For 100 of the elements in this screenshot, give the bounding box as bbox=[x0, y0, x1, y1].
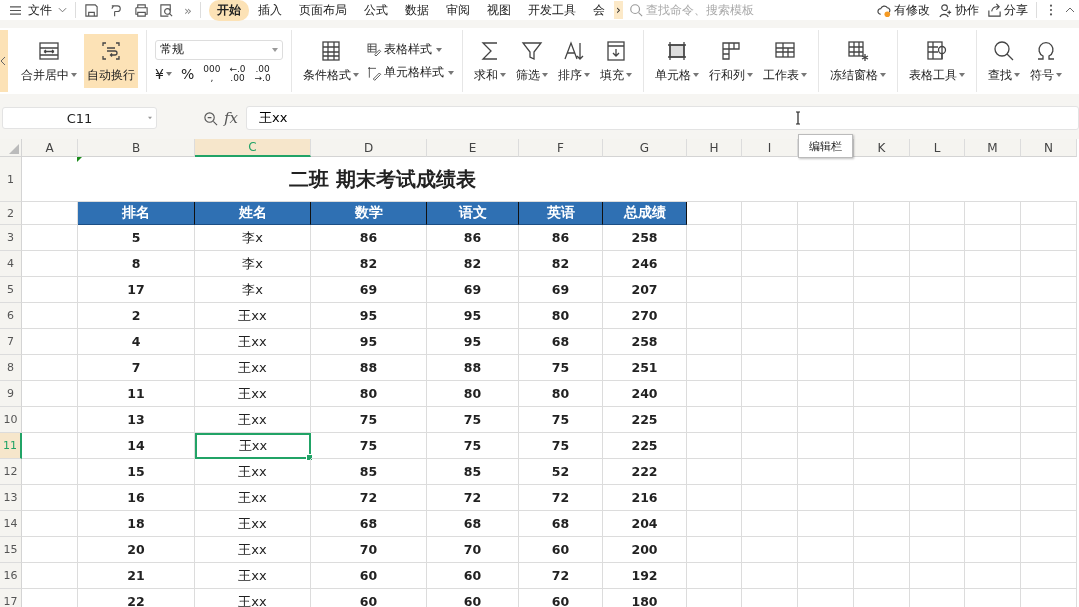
number-format-button[interactable]: ←.0 .00 bbox=[229, 64, 246, 83]
toolbar-button[interactable]: 协作 bbox=[938, 1, 979, 19]
ribbon-tab[interactable]: 公式 bbox=[355, 0, 396, 21]
file-menu[interactable]: 文件 bbox=[28, 1, 67, 19]
save-icon[interactable] bbox=[84, 2, 99, 18]
collapse-icon[interactable] bbox=[1065, 7, 1075, 13]
ribbon-tab[interactable]: 开始 bbox=[208, 0, 249, 21]
empty-cell bbox=[742, 381, 798, 407]
table-cell: 王xx bbox=[238, 488, 267, 507]
ribbon-tab[interactable]: 审阅 bbox=[437, 0, 478, 21]
row-header[interactable]: 4 bbox=[7, 257, 14, 270]
table-cell: 69 bbox=[463, 282, 482, 297]
search-field[interactable]: 查找命令、搜索模板 bbox=[628, 3, 789, 17]
table-cell: 15 bbox=[127, 464, 145, 479]
print-icon[interactable] bbox=[134, 2, 149, 18]
ribbon-tab[interactable]: 开发工具 bbox=[519, 0, 584, 21]
column-header[interactable]: B bbox=[78, 139, 195, 157]
ribbon-button[interactable]: 表格工具 bbox=[906, 34, 968, 88]
toolbar-button[interactable]: 有修改 bbox=[877, 1, 930, 19]
ribbon-button[interactable]: 查找 bbox=[985, 34, 1023, 88]
row-header[interactable]: 1 bbox=[7, 172, 14, 186]
ribbon-button[interactable]: 单元格 bbox=[652, 34, 702, 88]
ribbon-tab[interactable]: 插入 bbox=[249, 0, 290, 21]
ribbon-button[interactable]: 填充 bbox=[597, 34, 635, 88]
ribbon-button[interactable]: 单元格样式 bbox=[366, 64, 454, 81]
tabs-scroll-button[interactable]: › bbox=[613, 1, 623, 19]
ribbon-button[interactable]: 条件格式 bbox=[300, 34, 362, 88]
function-button[interactable]: fx bbox=[224, 109, 238, 127]
ribbon-button[interactable]: 求和 bbox=[471, 34, 509, 88]
row-header[interactable]: 5 bbox=[7, 283, 14, 296]
more-button[interactable]: » bbox=[184, 2, 192, 18]
empty-cell bbox=[1021, 329, 1077, 355]
table-cell: 75 bbox=[463, 412, 482, 427]
ribbon-tab[interactable]: 会 bbox=[584, 0, 613, 21]
ribbon-button[interactable]: 自动换行 bbox=[84, 34, 138, 88]
column-header[interactable]: I bbox=[742, 139, 798, 157]
row-header[interactable]: 7 bbox=[7, 335, 14, 348]
number-format-button[interactable]: ¥ bbox=[155, 65, 172, 82]
number-format-button[interactable]: .00 →.0 bbox=[254, 64, 271, 83]
column-header[interactable]: L bbox=[910, 139, 965, 157]
print-preview-icon[interactable] bbox=[159, 2, 174, 18]
table-cell: 13 bbox=[127, 412, 145, 427]
table-cell: 王xx bbox=[238, 566, 267, 585]
ribbon-button[interactable]: 符号 bbox=[1027, 34, 1065, 88]
number-format-button[interactable]: % bbox=[180, 65, 195, 82]
name-box[interactable]: C11 bbox=[2, 107, 157, 129]
ribbon-tab[interactable]: 视图 bbox=[478, 0, 519, 21]
table-cell: 95 bbox=[463, 334, 482, 349]
number-format-dropdown[interactable]: 常规 bbox=[155, 39, 283, 60]
table-cell: 95 bbox=[359, 334, 378, 349]
dropdown-caret-icon bbox=[353, 73, 359, 77]
menu-icon[interactable] bbox=[9, 4, 22, 16]
column-header[interactable]: H bbox=[687, 139, 742, 157]
empty-cell bbox=[910, 251, 965, 277]
column-header[interactable]: E bbox=[427, 139, 519, 157]
table-cell: 李x bbox=[242, 254, 263, 273]
ribbon-button[interactable]: 合并居中 bbox=[18, 34, 80, 88]
row-header[interactable]: 3 bbox=[7, 231, 14, 244]
ribbon-button[interactable]: 行和列 bbox=[706, 34, 756, 88]
column-header[interactable]: A bbox=[22, 139, 78, 157]
ribbon-tab[interactable]: 数据 bbox=[396, 0, 437, 21]
formula-input[interactable]: 王xx bbox=[246, 106, 1079, 130]
row-header[interactable]: 9 bbox=[7, 387, 14, 400]
column-header[interactable]: N bbox=[1021, 139, 1077, 157]
toolbar-button[interactable]: 分享 bbox=[987, 1, 1028, 19]
column-header[interactable]: D bbox=[311, 139, 427, 157]
row-header[interactable]: 2 bbox=[7, 206, 14, 220]
ribbon-button[interactable]: 排序 bbox=[555, 34, 593, 88]
table-cell: 258 bbox=[631, 334, 658, 349]
empty-cell bbox=[910, 537, 965, 563]
table-cell: 180 bbox=[631, 594, 658, 607]
table-cell: 王xx bbox=[238, 358, 267, 377]
ribbon-tab[interactable]: 页面布局 bbox=[290, 0, 355, 21]
table-cell: 75 bbox=[551, 360, 570, 375]
row-header[interactable]: 8 bbox=[7, 361, 14, 374]
empty-cell bbox=[910, 225, 965, 251]
table-cell: 60 bbox=[463, 594, 482, 607]
column-header[interactable]: M bbox=[965, 139, 1021, 157]
empty-cell bbox=[798, 563, 854, 589]
empty-cell bbox=[1021, 511, 1077, 537]
empty-cell bbox=[1021, 433, 1077, 459]
empty-cell bbox=[910, 329, 965, 355]
ribbon-button[interactable]: 工作表 bbox=[760, 34, 810, 88]
row-header[interactable]: 6 bbox=[7, 309, 14, 322]
empty-cell bbox=[965, 355, 1021, 381]
column-header[interactable]: G bbox=[603, 139, 687, 157]
zoom-icon[interactable] bbox=[203, 110, 218, 126]
empty-cell bbox=[965, 329, 1021, 355]
column-header[interactable]: K bbox=[854, 139, 910, 157]
ribbon-button[interactable]: 冻结窗格 bbox=[827, 34, 889, 88]
ribbon-button[interactable]: 筛选 bbox=[513, 34, 551, 88]
ribbon-button[interactable]: 表格样式 bbox=[366, 41, 454, 58]
column-header[interactable]: F bbox=[519, 139, 603, 157]
selected-cell[interactable]: 王xx bbox=[195, 433, 311, 459]
empty-cell bbox=[965, 511, 1021, 537]
empty-cell bbox=[965, 459, 1021, 485]
table-cell: 王xx bbox=[238, 306, 267, 325]
more-options-icon[interactable] bbox=[1049, 3, 1053, 17]
number-format-button[interactable]: 000 , bbox=[203, 64, 221, 83]
header-cell: 排名 bbox=[78, 202, 195, 225]
